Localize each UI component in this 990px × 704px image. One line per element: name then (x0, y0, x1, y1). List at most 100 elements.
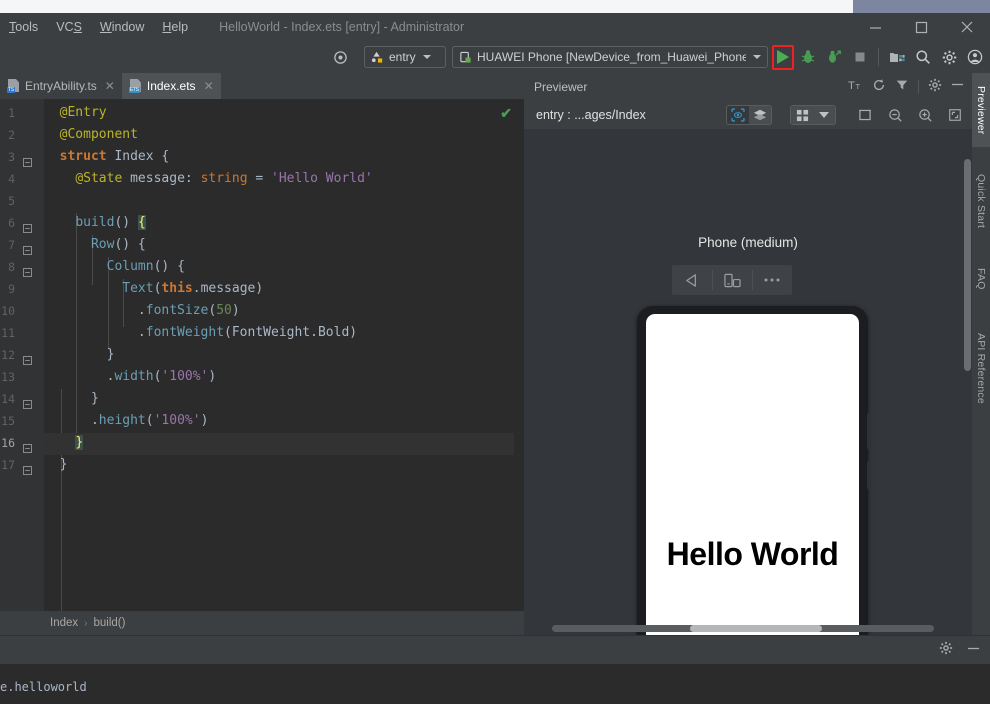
device-selector-label: HUAWEI Phone [NewDevice_from_Huawei_Phon… (477, 50, 746, 64)
previewer-panel: Previewer T T entry: ...ages/Index Phon… (524, 73, 972, 635)
stop-button[interactable] (847, 45, 873, 69)
ide-window: Tools VCS Window Help HelloWorld - Index… (0, 0, 990, 704)
code-token: { (137, 215, 146, 230)
breadcrumb-item-method[interactable]: build() (93, 617, 125, 629)
sidebar-tab-previewer[interactable]: Previewer (972, 73, 990, 147)
preview-horizontal-scrollbar[interactable] (552, 625, 934, 632)
layers-icon[interactable] (749, 106, 771, 124)
code-line: @State message: string = 'Hello World' (44, 171, 372, 186)
chevron-down-icon[interactable] (813, 106, 835, 124)
inspector-icon[interactable] (727, 106, 749, 124)
project-structure-button[interactable] (884, 45, 910, 69)
target-icon[interactable] (327, 45, 353, 69)
menu-bar: Tools VCS Window Help HelloWorld - Index… (0, 13, 990, 41)
right-tool-sidebar: Previewer Quick Start FAQ API Reference (972, 73, 990, 635)
device-screen[interactable]: Hello World (646, 314, 859, 635)
menu-item-window[interactable]: Window (91, 13, 153, 41)
line-number: 9 (8, 282, 15, 296)
refresh-icon[interactable] (872, 78, 886, 97)
code-token: ) (231, 303, 240, 318)
code-editor[interactable]: 1 2 3 4 5 6 7 8 9 10 11 12 13 14 15 16 17 @Entry @Compon… (0, 99, 524, 611)
device-selector[interactable]: HUAWEI Phone [NewDevice_from_Huawei_Phon… (452, 46, 768, 68)
gear-icon[interactable] (939, 641, 953, 660)
line-number: 6 (8, 216, 15, 230)
run-button[interactable] (772, 44, 794, 70)
line-number: 10 (1, 304, 15, 318)
window-title: HelloWorld - Index.ets [entry] - Adminis… (219, 20, 465, 34)
gear-icon[interactable] (928, 78, 942, 97)
preview-canvas[interactable]: Phone (medium) Hello World (524, 129, 972, 635)
preview-horizontal-scrollbar-thumb[interactable] (690, 625, 822, 632)
account-button[interactable] (962, 45, 988, 69)
line-number: 3 (8, 150, 15, 164)
code-line: Column() { (44, 259, 185, 274)
inspection-status-icon[interactable]: ✔ (500, 105, 512, 122)
close-tab-icon[interactable]: ✕ (105, 79, 115, 93)
code-token: { (153, 149, 170, 164)
menu-item-tools[interactable]: Tools (0, 13, 47, 41)
font-size-icon[interactable]: T T (848, 78, 863, 97)
line-number: 1 (8, 106, 15, 120)
toolbar-divider (878, 48, 879, 66)
preview-vertical-scrollbar[interactable] (964, 159, 971, 371)
run-triangle-icon (777, 50, 789, 64)
code-token: } (59, 457, 68, 472)
fit-screen-icon[interactable] (944, 105, 966, 125)
sidebar-tab-quick-start[interactable]: Quick Start (972, 157, 990, 245)
code-token: height (98, 413, 146, 428)
bottom-panel-header (0, 635, 990, 664)
code-fold-toggle[interactable] (23, 396, 32, 409)
code-fold-toggle[interactable] (23, 242, 32, 255)
code-token: message (200, 281, 256, 296)
sidebar-tab-faq[interactable]: FAQ (972, 255, 990, 303)
filter-icon[interactable] (895, 78, 909, 97)
code-fold-toggle[interactable] (23, 264, 32, 277)
previous-page-icon[interactable] (672, 265, 712, 295)
minimize-icon[interactable] (951, 78, 964, 96)
line-number: 16 (1, 436, 15, 450)
code-line: } (44, 435, 84, 450)
code-fold-toggle[interactable] (23, 462, 32, 475)
editor-gutter[interactable]: 1 2 3 4 5 6 7 8 9 10 11 12 13 14 15 16 17 (0, 99, 44, 611)
menu-item-vcs[interactable]: VCS (47, 13, 91, 41)
sidebar-tab-api-reference[interactable]: API Reference (972, 313, 990, 423)
editor-code-area[interactable]: @Entry @Component struct Index { @State … (44, 99, 524, 611)
debug-button[interactable] (795, 45, 821, 69)
multi-device-icon[interactable] (791, 106, 813, 124)
editor-scrollbar[interactable] (514, 99, 524, 611)
breadcrumb-separator: › (84, 617, 88, 629)
code-token: @Component (59, 127, 138, 142)
minimize-button[interactable] (852, 13, 898, 41)
menu-item-help[interactable]: Help (153, 13, 197, 41)
code-token: ) (200, 413, 209, 428)
tab-entryability[interactable]: TS EntryAbility.ts ✕ (0, 73, 122, 99)
code-token: Index (114, 149, 154, 164)
close-tab-icon[interactable]: ✕ (204, 79, 214, 93)
breadcrumb-item-struct[interactable]: Index (50, 617, 78, 629)
code-fold-toggle[interactable] (23, 352, 32, 365)
code-token: . (137, 303, 146, 318)
console-panel[interactable]: e.helloworld (0, 664, 990, 704)
search-everywhere-button[interactable] (910, 45, 936, 69)
code-line: Text(this.message) (44, 281, 263, 296)
close-button[interactable] (944, 13, 990, 41)
more-options-icon[interactable] (752, 265, 792, 295)
maximize-button[interactable] (898, 13, 944, 41)
view-mode-toggle-group (726, 105, 772, 125)
desktop-background-accent (853, 0, 990, 13)
tab-index[interactable]: ETS Index.ets ✕ (121, 73, 221, 99)
frame-icon[interactable] (854, 105, 876, 125)
previewer-header-actions: T T (848, 73, 964, 101)
code-line: .fontSize(50) (44, 303, 240, 318)
settings-button[interactable] (936, 45, 962, 69)
profile-button[interactable] (821, 45, 847, 69)
code-token: () { (114, 237, 146, 252)
minimize-icon[interactable] (967, 642, 980, 660)
code-fold-toggle[interactable] (23, 220, 32, 233)
rotate-device-icon[interactable] (712, 265, 752, 295)
zoom-in-icon[interactable] (914, 105, 936, 125)
code-fold-toggle[interactable] (23, 440, 32, 453)
module-selector[interactable]: entry (364, 46, 446, 68)
zoom-out-icon[interactable] (884, 105, 906, 125)
code-fold-toggle[interactable] (23, 154, 32, 167)
